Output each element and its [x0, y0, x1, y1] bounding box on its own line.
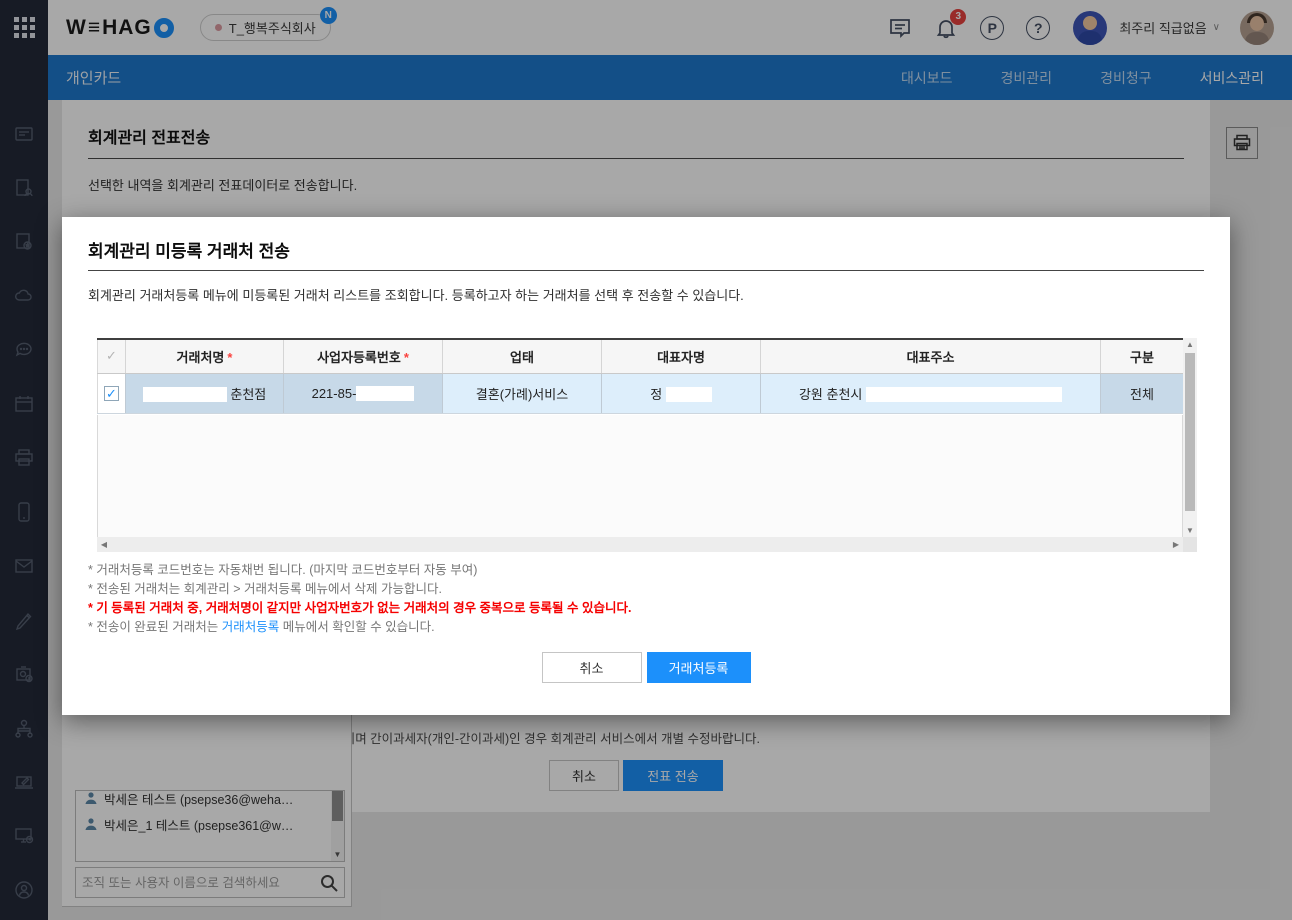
cell-industry: 결혼(가례)서비스	[443, 373, 602, 413]
modal-title-divider	[88, 270, 1204, 271]
cell-ceo-name: 정	[602, 373, 761, 413]
modal-register-button[interactable]: 거래처등록	[647, 652, 751, 683]
scrollbar-thumb[interactable]	[1185, 353, 1195, 511]
scroll-up-icon[interactable]: ▲	[1183, 338, 1197, 351]
required-mark: *	[227, 350, 232, 365]
grid-horizontal-scrollbar[interactable]: ◀ ▶	[97, 537, 1183, 552]
redacted-text	[143, 387, 227, 402]
note-line: * 거래처등록 코드번호는 자동채번 됩니다. (마지막 코드번호부터 자동 부…	[88, 561, 1204, 580]
cell-address: 강원 춘천시	[761, 373, 1101, 413]
unregistered-client-modal: 회계관리 미등록 거래처 전송 회계관리 거래처등록 메뉴에 미등록된 거래처 …	[62, 217, 1230, 715]
col-ceo-name: 대표자명	[602, 339, 761, 373]
check-icon: ✓	[106, 387, 117, 400]
col-industry: 업태	[443, 339, 602, 373]
scroll-left-icon[interactable]: ◀	[97, 537, 111, 552]
col-client-name: 거래처명*	[126, 339, 284, 373]
required-mark: *	[404, 350, 409, 365]
note-line-warning: * 기 등록된 거래처 중, 거래처명이 같지만 사업자번호가 없는 거래처의 …	[88, 599, 1204, 618]
col-gubun: 구분	[1101, 339, 1184, 373]
cell-client-name: 춘천점	[126, 373, 284, 413]
check-icon: ✓	[106, 348, 117, 363]
modal-cancel-button[interactable]: 취소	[542, 652, 642, 683]
cell-biz-number: 221-85-	[284, 373, 443, 413]
modal-notes: * 거래처등록 코드번호는 자동채번 됩니다. (마지막 코드번호부터 자동 부…	[88, 561, 1204, 637]
client-register-link[interactable]: 거래처등록	[222, 620, 280, 634]
scroll-right-icon[interactable]: ▶	[1169, 537, 1183, 552]
client-table: ✓ 거래처명* 사업자등록번호* 업태 대표자명 대표주소 구분 ✓ 춘천점 2…	[97, 338, 1184, 414]
redacted-text	[356, 386, 414, 401]
grid-empty-area	[97, 415, 1183, 537]
redacted-text	[666, 387, 712, 402]
note-line: * 전송된 거래처는 회계관리 > 거래처등록 메뉴에서 삭제 가능합니다.	[88, 580, 1204, 599]
row-checkbox[interactable]: ✓	[104, 386, 119, 401]
modal-title: 회계관리 미등록 거래처 전송	[88, 237, 1204, 262]
row-checkbox-cell: ✓	[98, 373, 126, 413]
scroll-down-icon[interactable]: ▼	[1183, 524, 1197, 537]
redacted-text	[866, 387, 1062, 402]
table-header-row: ✓ 거래처명* 사업자등록번호* 업태 대표자명 대표주소 구분	[98, 339, 1184, 373]
grid-vertical-scrollbar[interactable]: ▲ ▼	[1183, 338, 1197, 537]
col-address: 대표주소	[761, 339, 1101, 373]
scrollbar-corner	[1183, 537, 1197, 552]
note-line: * 전송이 완료된 거래처는 거래처등록 메뉴에서 확인할 수 있습니다.	[88, 618, 1204, 637]
cell-gubun: 전체	[1101, 373, 1184, 413]
modal-description: 회계관리 거래처등록 메뉴에 미등록된 거래처 리스트를 조회합니다. 등록하고…	[88, 285, 1204, 304]
client-grid: ✓ 거래처명* 사업자등록번호* 업태 대표자명 대표주소 구분 ✓ 춘천점 2…	[97, 338, 1197, 552]
select-all-header[interactable]: ✓	[98, 339, 126, 373]
col-biz-number: 사업자등록번호*	[284, 339, 443, 373]
table-row[interactable]: ✓ 춘천점 221-85- 결혼(가례)서비스 정 강원 춘천시 전체	[98, 373, 1184, 413]
